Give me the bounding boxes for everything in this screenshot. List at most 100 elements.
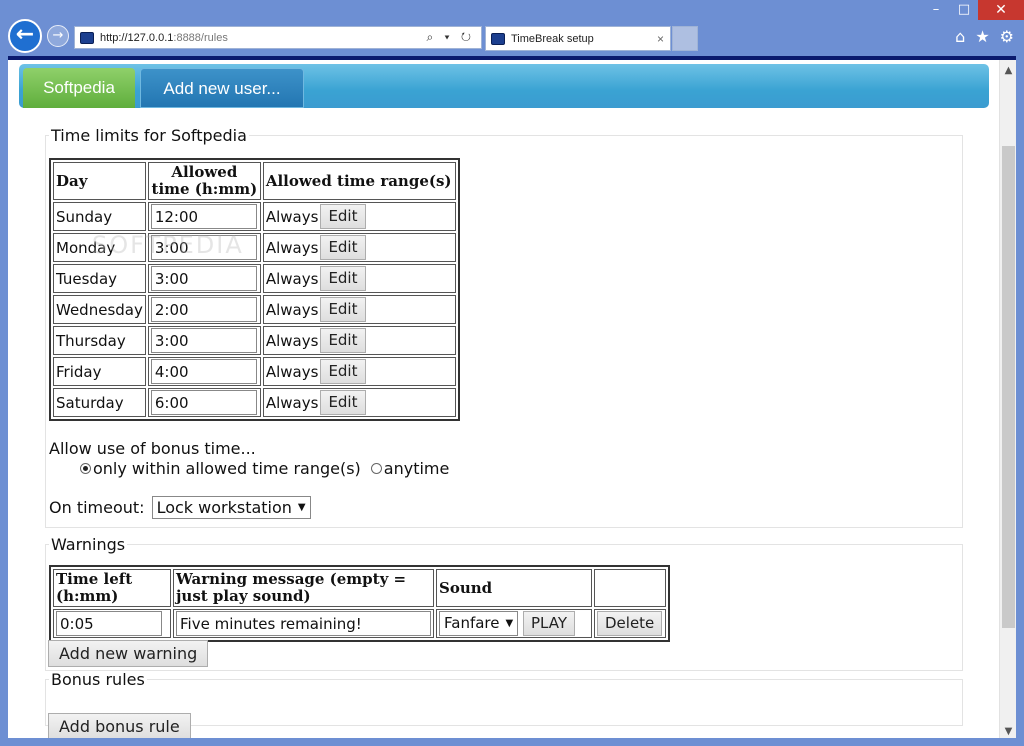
header-day: Day xyxy=(53,162,146,200)
table-row: Sunday AlwaysEdit xyxy=(53,202,456,231)
time-cell xyxy=(147,357,261,386)
tab-favicon-icon xyxy=(491,32,505,45)
url-path: :8888/rules xyxy=(173,31,228,44)
header-sound: Sound xyxy=(436,569,592,607)
timeout-label: On timeout: xyxy=(49,498,145,517)
chevron-down-icon: ▼ xyxy=(297,502,306,513)
window-controls: – □ ✕ xyxy=(922,0,1024,22)
close-button[interactable]: ✕ xyxy=(978,0,1024,20)
tab-softpedia[interactable]: Softpedia xyxy=(23,68,135,108)
day-cell: Saturday xyxy=(53,388,146,417)
edit-button[interactable]: Edit xyxy=(320,328,366,353)
range-value: Always xyxy=(265,393,319,412)
edit-button[interactable]: Edit xyxy=(320,297,366,322)
radio-anytime-label: anytime xyxy=(383,459,450,478)
table-header-row: Time left (h:mm) Warning message (empty … xyxy=(53,569,666,607)
radio-within-range[interactable] xyxy=(80,463,91,474)
edit-button[interactable]: Edit xyxy=(320,235,366,260)
range-value: Always xyxy=(265,269,319,288)
range-cell: Always Edit xyxy=(262,357,456,386)
header-time-range: Allowed time range(s) xyxy=(262,162,456,200)
new-tab-button[interactable] xyxy=(672,26,698,51)
range-cell: Always Edit xyxy=(262,388,456,417)
maximize-button[interactable]: □ xyxy=(950,0,978,20)
user-tab-bar: Softpedia Add new user... xyxy=(19,64,989,108)
day-cell: Tuesday xyxy=(53,264,146,293)
range-cell: Always Edit xyxy=(262,233,456,262)
bonus-rules-section: Bonus rules Add bonus rule xyxy=(45,670,963,738)
warnings-legend: Warnings xyxy=(51,535,126,554)
table-row: Fanfare ▼ PLAY Delete xyxy=(53,609,666,638)
time-cell xyxy=(147,326,261,355)
radio-within-range-label: only within allowed time range(s) xyxy=(93,459,361,478)
bonus-time-options: only within allowed time range(s) anytim… xyxy=(80,459,449,478)
scroll-up-icon[interactable]: ▲ xyxy=(1000,62,1016,79)
timeout-select[interactable]: Lock workstation ▼ xyxy=(151,496,311,519)
browser-toolbar: ⌂ ★ ⚙ xyxy=(955,27,1014,46)
table-header-row: Day Allowed time (h:mm) Allowed time ran… xyxy=(53,162,456,200)
tab-title: TimeBreak setup xyxy=(511,32,594,45)
tab-add-new-user[interactable]: Add new user... xyxy=(140,68,304,108)
forward-arrow-icon[interactable]: → xyxy=(47,25,69,47)
actions-cell: Delete xyxy=(594,609,666,638)
edit-button[interactable]: Edit xyxy=(320,359,366,384)
watermark-text: SOFTPEDIA xyxy=(92,231,244,259)
header-time-left: Time left (h:mm) xyxy=(53,569,171,607)
warnings-section: Warnings Time left (h:mm) Warning messag… xyxy=(45,535,963,671)
back-arrow-icon[interactable]: ← xyxy=(8,19,42,53)
minimize-button[interactable]: – xyxy=(922,0,950,20)
warnings-table: Time left (h:mm) Warning message (empty … xyxy=(49,565,670,642)
time-limits-table: Day Allowed time (h:mm) Allowed time ran… xyxy=(49,158,460,421)
sound-select[interactable]: Fanfare ▼ xyxy=(439,610,519,636)
browser-tab[interactable]: TimeBreak setup × xyxy=(485,26,671,51)
message-cell xyxy=(173,609,434,638)
address-bar[interactable]: http://127.0.0.1 :8888/rules ⌕ ▾ ↻ xyxy=(74,26,482,49)
edit-button[interactable]: Edit xyxy=(320,390,366,415)
scroll-thumb[interactable] xyxy=(1002,146,1015,628)
time-cell xyxy=(147,295,261,324)
home-icon[interactable]: ⌂ xyxy=(955,27,965,46)
radio-anytime[interactable] xyxy=(370,463,382,474)
allowed-time-input[interactable] xyxy=(150,266,257,291)
edit-button[interactable]: Edit xyxy=(320,204,366,229)
favorites-star-icon[interactable]: ★ xyxy=(975,27,989,46)
time-limits-legend: Time limits for Softpedia xyxy=(51,126,247,145)
table-row: Saturday AlwaysEdit xyxy=(53,388,456,417)
edit-button[interactable]: Edit xyxy=(320,266,366,291)
day-cell: Friday xyxy=(53,357,146,386)
header-allowed-time: Allowed time (h:mm) xyxy=(147,162,261,200)
scroll-down-icon[interactable]: ▼ xyxy=(1000,723,1016,738)
delete-button[interactable]: Delete xyxy=(597,611,663,636)
address-tools[interactable]: ⌕ ▾ ↻ xyxy=(426,30,481,45)
url-host: http://127.0.0.1 xyxy=(100,31,174,44)
allowed-time-input[interactable] xyxy=(150,328,257,353)
play-button[interactable]: PLAY xyxy=(522,611,575,637)
sound-select-value: Fanfare xyxy=(444,614,500,633)
allowed-time-input[interactable] xyxy=(150,359,257,384)
allowed-time-input[interactable] xyxy=(150,390,257,415)
tab-close-icon[interactable]: × xyxy=(657,32,670,46)
range-value: Always xyxy=(265,300,319,319)
table-row: Wednesday AlwaysEdit xyxy=(53,295,456,324)
range-cell: Always Edit xyxy=(262,202,456,231)
allowed-time-input[interactable] xyxy=(150,204,257,229)
browser-window: – □ ✕ ← → http://127.0.0.1 :8888/rules ⌕… xyxy=(0,0,1024,746)
browser-chrome: – □ ✕ ← → http://127.0.0.1 :8888/rules ⌕… xyxy=(0,0,1024,56)
allowed-time-input[interactable] xyxy=(150,297,257,322)
warning-message-input[interactable] xyxy=(176,611,431,636)
range-value: Always xyxy=(265,331,319,350)
vertical-scrollbar[interactable]: ▲ ▼ xyxy=(999,60,1016,738)
settings-gear-icon[interactable]: ⚙ xyxy=(1000,27,1014,46)
add-new-warning-button[interactable]: Add new warning xyxy=(48,640,209,667)
time-cell xyxy=(147,264,261,293)
time-left-input[interactable] xyxy=(56,611,162,636)
range-cell: Always Edit xyxy=(262,264,456,293)
range-cell: Always Edit xyxy=(262,295,456,324)
chevron-down-icon: ▼ xyxy=(505,617,514,629)
add-bonus-rule-button[interactable]: Add bonus rule xyxy=(48,713,191,738)
time-cell xyxy=(147,388,261,417)
range-value: Always xyxy=(265,207,319,226)
table-row: Tuesday AlwaysEdit xyxy=(53,264,456,293)
time-limits-section: Time limits for Softpedia Day Allowed ti… xyxy=(45,126,963,528)
page-content: Softpedia Add new user... Time limits fo… xyxy=(8,56,1016,738)
